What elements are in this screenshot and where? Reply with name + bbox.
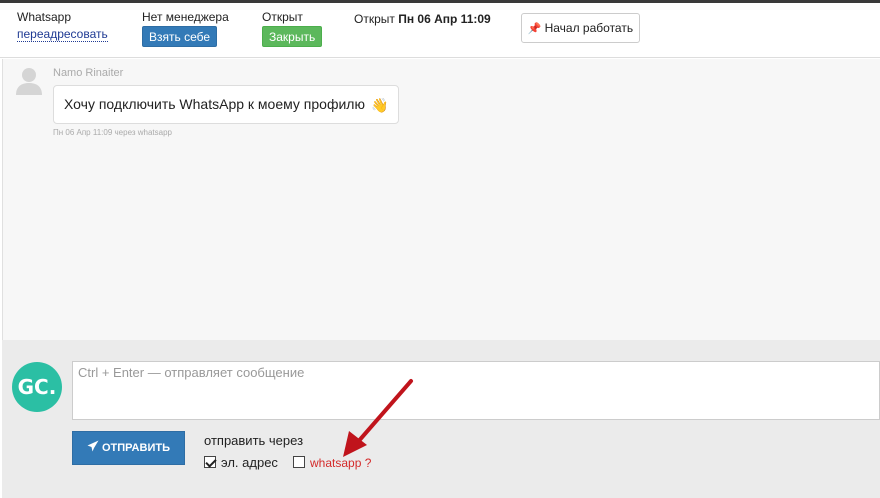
opened-datetime: Пн 06 Апр 11:09 (398, 12, 491, 26)
manager-label: Нет менеджера (142, 10, 229, 24)
start-work-button[interactable]: 📌 Начал работать (521, 13, 640, 43)
message-meta: Пн 06 Апр 11:09 через whatsapp (53, 128, 172, 137)
message-sender: Namo Rinaiter (53, 67, 124, 79)
send-button-label: ОТПРАВИТЬ (102, 442, 170, 454)
opened-info: Открыт Пн 06 Апр 11:09 (354, 12, 491, 26)
send-button[interactable]: ОТПРАВИТЬ (72, 431, 185, 465)
start-work-label: Начал работать (544, 21, 634, 35)
status-label: Открыт (262, 10, 303, 24)
message-input[interactable] (72, 361, 880, 420)
conversation-header: Whatsapp переадресовать Нет менеджера Вз… (0, 3, 880, 58)
status-block: Открыт Закрыть (262, 10, 323, 47)
option-whatsapp[interactable]: whatsapp ? (293, 455, 371, 470)
channel-label: Whatsapp (17, 10, 72, 24)
close-button[interactable]: Закрыть (262, 26, 323, 47)
option-email-label: эл. адрес (221, 455, 278, 470)
user-avatar-icon (16, 68, 42, 95)
paper-plane-icon (87, 440, 99, 452)
compose-area: GC. ОТПРАВИТЬ отправить через эл. адрес … (2, 340, 880, 498)
manager-block: Нет менеджера Взять себе (142, 10, 229, 47)
pin-icon: 📌 (527, 23, 542, 35)
option-email[interactable]: эл. адрес (204, 455, 278, 470)
email-checkbox[interactable] (204, 456, 216, 468)
whatsapp-checkbox[interactable] (293, 456, 305, 468)
redirect-link[interactable]: переадресовать (17, 27, 108, 42)
opened-prefix: Открыт (354, 12, 395, 26)
waving-hand-emoji: 👋 (370, 96, 389, 113)
chat-area[interactable]: Namo Rinaiter Хочу подключить WhatsApp к… (2, 59, 880, 340)
option-whatsapp-label: whatsapp ? (310, 456, 372, 470)
message-text: Хочу подключить WhatsApp к моему профилю (64, 96, 365, 112)
take-button[interactable]: Взять себе (142, 26, 218, 47)
send-via-label: отправить через (204, 433, 304, 448)
channel-block: Whatsapp переадресовать (17, 10, 108, 42)
agent-avatar: GC. (12, 362, 62, 412)
message-bubble: Хочу подключить WhatsApp к моему профилю… (53, 85, 400, 124)
